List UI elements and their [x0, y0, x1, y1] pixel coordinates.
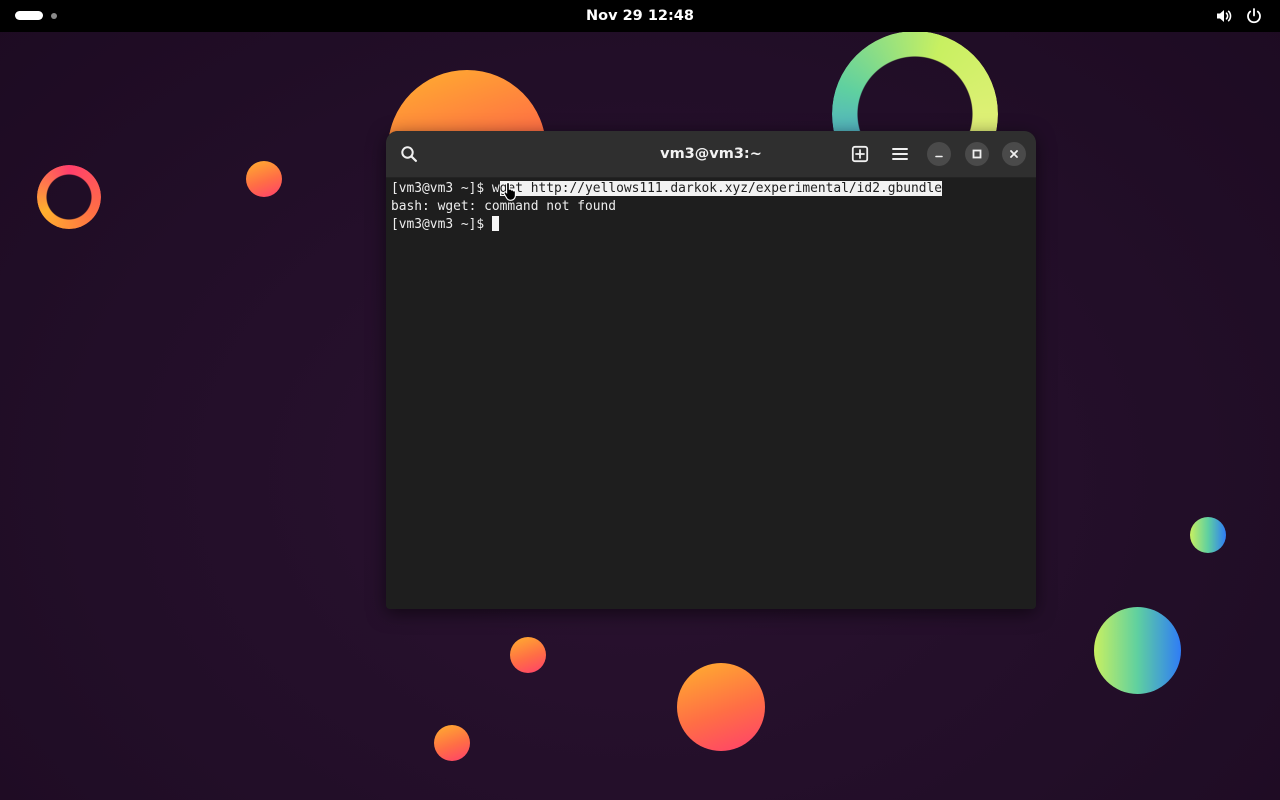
workspace-inactive-indicator: [51, 12, 57, 19]
terminal-line: bash: wget: command not found: [391, 198, 1036, 216]
wallpaper-ring-small: [37, 165, 101, 229]
window-title: vm3@vm3:~: [660, 146, 762, 162]
search-button[interactable]: [394, 139, 424, 169]
hand-pointer-icon: [503, 181, 516, 201]
close-icon: [1010, 150, 1018, 158]
wallpaper-orb-cool-small: [1190, 517, 1226, 553]
clock[interactable]: Nov 29 12:48: [586, 8, 694, 24]
terminal-output[interactable]: [vm3@vm3 ~]$ wget http://yellows111.dark…: [386, 178, 1036, 609]
hamburger-menu-icon: [892, 148, 908, 160]
maximize-icon: [972, 149, 982, 159]
search-icon: [401, 146, 417, 162]
top-bar: Nov 29 12:48: [0, 0, 1280, 32]
error-output: bash: wget: command not found: [391, 199, 617, 214]
terminal-line: [vm3@vm3 ~]$: [391, 216, 1036, 234]
wallpaper-orb-cool-large: [1094, 607, 1181, 694]
close-button[interactable]: [1002, 142, 1026, 166]
shell-prompt: [vm3@vm3 ~]$: [391, 217, 492, 232]
minimize-icon: [935, 155, 943, 158]
power-icon: [1244, 6, 1264, 26]
activities-indicator[interactable]: [15, 11, 57, 20]
system-tray[interactable]: [1214, 6, 1264, 26]
new-tab-icon: [851, 145, 869, 163]
main-menu-button[interactable]: [885, 139, 915, 169]
terminal-line: [vm3@vm3 ~]$ wget http://yellows111.dark…: [391, 180, 1036, 198]
selected-text[interactable]: get http://yellows111.darkok.xyz/experim…: [499, 181, 943, 196]
wallpaper-orb-medium: [677, 663, 765, 751]
wallpaper-orb-small: [246, 161, 282, 197]
text-cursor: [491, 216, 499, 231]
new-tab-button[interactable]: [845, 139, 875, 169]
workspace-active-indicator: [15, 11, 43, 20]
terminal-window: vm3@vm3:~ [vm3@vm3 ~]$ wget http://yello…: [386, 131, 1036, 609]
command-text: w: [491, 181, 500, 196]
minimize-button[interactable]: [927, 142, 951, 166]
clock-container: Nov 29 12:48: [0, 0, 1280, 32]
volume-icon: [1214, 6, 1234, 26]
shell-prompt: [vm3@vm3 ~]$: [391, 181, 492, 196]
window-header[interactable]: vm3@vm3:~: [386, 131, 1036, 178]
maximize-button[interactable]: [965, 142, 989, 166]
wallpaper-orb-small: [434, 725, 470, 761]
wallpaper-orb-small: [510, 637, 546, 673]
